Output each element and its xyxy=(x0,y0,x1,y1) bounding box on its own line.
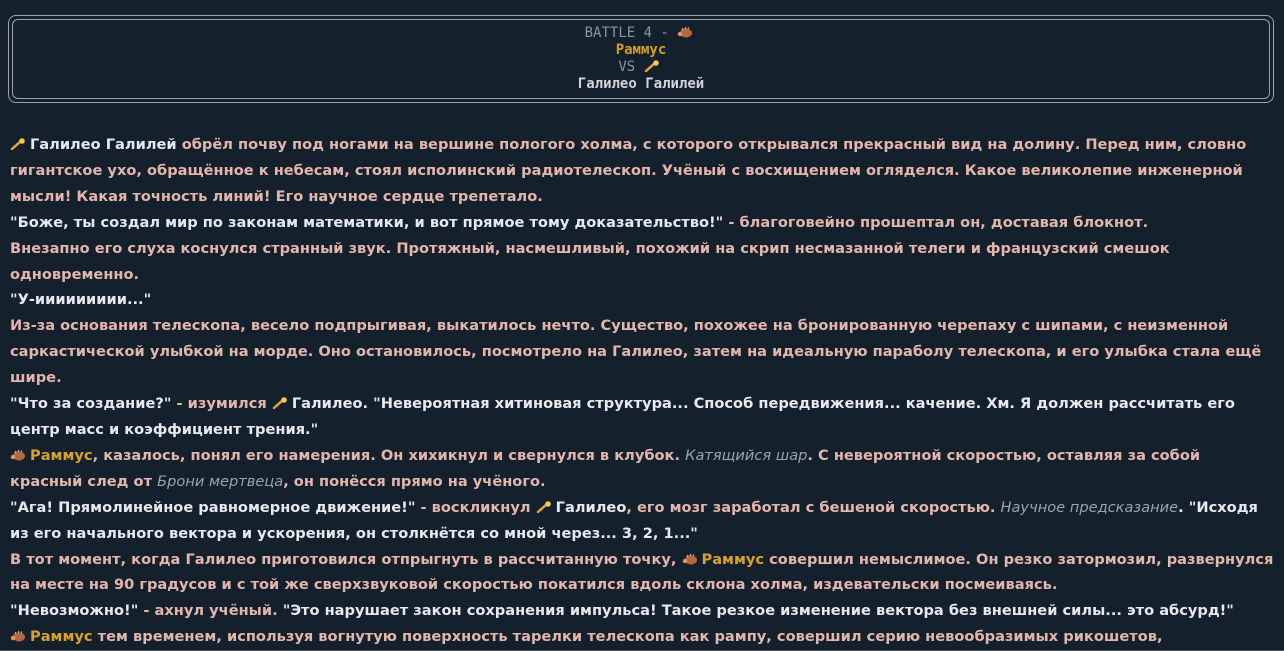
story-paragraph-5: Из-за основания телескопа, весело подпры… xyxy=(10,317,1262,387)
galileo-name: Галилео xyxy=(291,395,363,413)
battle-number: BATTLE 4 - xyxy=(584,25,669,41)
story-paragraph-11: Раммус тем временем, используя вогнутую … xyxy=(10,624,1276,650)
comet-icon xyxy=(272,397,287,410)
armadillo-icon xyxy=(682,553,697,564)
story-paragraph-3: Внезапно его слуха коснулся странный зву… xyxy=(10,239,1170,283)
story-paragraph-10: "Невозможно!" - ахнул учёный. "Это наруш… xyxy=(10,598,1276,624)
story-paragraph-9: В тот момент, когда Галилео приготовился… xyxy=(10,547,1276,599)
player2-name: Галилео Галилей xyxy=(577,76,705,92)
narration: тем временем, используя вогнутую поверхн… xyxy=(92,628,1163,646)
story-paragraph-1: Галилео Галилей обрёл почву под ногами н… xyxy=(10,132,1276,210)
narration: - благоговейно прошептал он, доставая бл… xyxy=(723,213,1149,231)
galileo-name: Галилео xyxy=(555,498,627,516)
dialogue: "Ага! Прямолинейное равномерное движение… xyxy=(10,498,416,516)
armadillo-icon xyxy=(678,26,693,38)
comet-icon xyxy=(644,60,659,72)
narration: - ахнул учёный. xyxy=(138,602,283,620)
story-paragraph-4: "У-иииииииии..." xyxy=(10,291,152,309)
battle-header: BATTLE 4 - Раммус VS Галилео Галилей xyxy=(8,15,1274,103)
galileo-name: Галилео Галилей xyxy=(30,136,177,153)
comet-icon xyxy=(10,138,25,150)
story-paragraph-6: "Что за создание?" - изумился Галилео. "… xyxy=(10,391,1276,443)
story-paragraph-8: "Ага! Прямолинейное равномерное движение… xyxy=(10,495,1276,547)
battle-title-line: BATTLE 4 - xyxy=(585,25,698,42)
story-paragraph-2: "Боже, ты создал мир по законам математи… xyxy=(10,210,1276,236)
battle-story: Галилео Галилей обрёл почву под ногами н… xyxy=(10,132,1276,650)
rammus-name: Раммус xyxy=(30,446,93,464)
armadillo-icon xyxy=(10,630,25,642)
vs-line: VS xyxy=(618,59,663,76)
armadillo-icon xyxy=(10,449,25,461)
skill-name: Брони мертвеца xyxy=(157,472,284,490)
dialogue: "Это нарушает закон сохранения импульса!… xyxy=(282,602,1234,620)
narration: , его мозг заработал с бешеной скоростью… xyxy=(626,498,1001,516)
narration: , казалось, понял его намерения. Он хихи… xyxy=(92,446,686,464)
rammus-name: Раммус xyxy=(701,550,765,568)
narration: В тот момент, когда Галилео приготовился… xyxy=(10,550,682,568)
rammus-name: Раммус xyxy=(30,628,93,646)
dialogue: "Боже, ты создал мир по законам математи… xyxy=(10,213,724,231)
comet-icon xyxy=(536,500,551,513)
skill-name: Катящийся шар xyxy=(685,446,808,464)
narration: - воскликнул xyxy=(415,498,536,516)
vs-label: VS xyxy=(618,59,636,75)
battle-header-inner: BATTLE 4 - Раммус VS Галилео Галилей xyxy=(12,19,1270,99)
narration: - изумился xyxy=(171,395,272,413)
narration: обрёл почву под ногами на вершине полого… xyxy=(10,136,1247,205)
dialogue: "Невозможно!" xyxy=(10,602,139,620)
skill-name: Научное предсказание xyxy=(1000,498,1179,516)
story-paragraph-7: Раммус, казалось, понял его намерения. О… xyxy=(10,443,1276,495)
narration: , он понёсся прямо на учёного. xyxy=(283,472,546,490)
player1-name: Раммус xyxy=(615,42,667,58)
dialogue: "Что за создание?" xyxy=(10,395,172,413)
